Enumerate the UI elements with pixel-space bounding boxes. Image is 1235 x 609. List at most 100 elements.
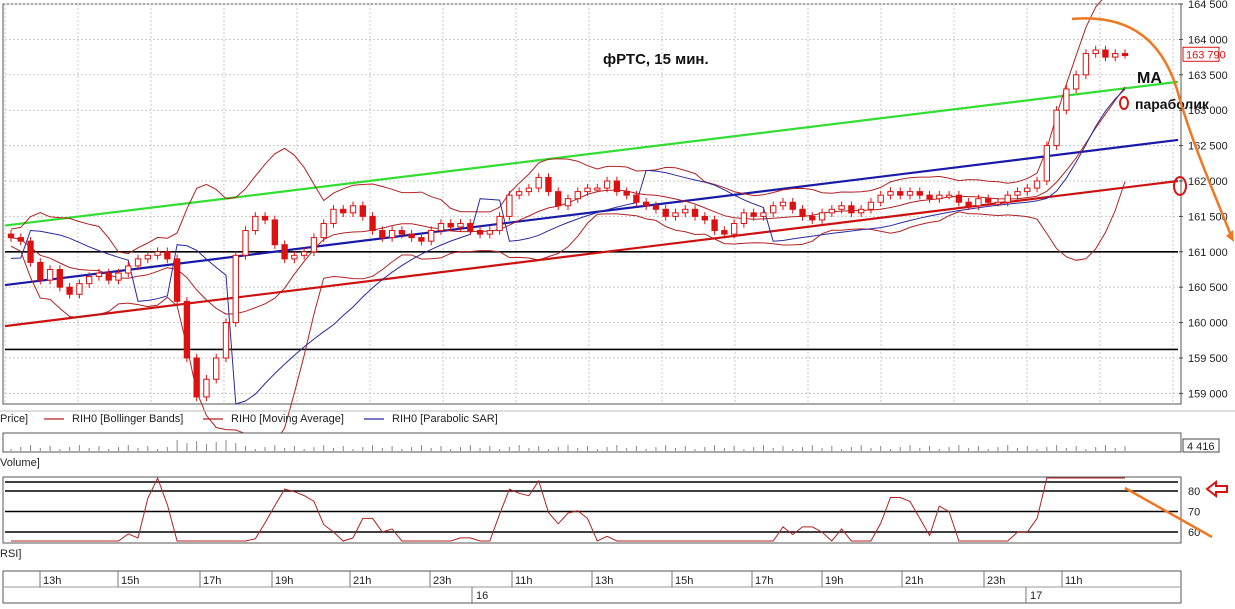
candle-body <box>1102 49 1109 58</box>
candle-body <box>340 208 347 214</box>
candle-body <box>1014 191 1021 196</box>
candle-body <box>183 300 191 359</box>
rsi-tick-label: 70 <box>1188 507 1200 519</box>
chart-canvas: 164 500164 000163 500163 000162 500162 0… <box>0 0 1235 604</box>
candle-body <box>750 212 757 217</box>
candle-body <box>779 201 787 207</box>
candle-body <box>828 208 836 214</box>
candle-body <box>926 194 933 200</box>
candle-body <box>652 205 660 210</box>
candle-body <box>525 187 533 193</box>
time-tick-label: 21h <box>353 575 371 587</box>
candle-body <box>945 194 953 198</box>
legend-label-parabolic-sar: RIH0 [Parabolic SAR] <box>392 413 498 425</box>
candle-body <box>388 230 396 239</box>
candle-body <box>515 191 523 196</box>
time-tick-label: 23h <box>433 575 451 587</box>
candle-body <box>310 237 318 253</box>
candle-body <box>56 268 64 288</box>
y-tick-label: 160 500 <box>1188 282 1228 294</box>
candle-body <box>711 219 718 232</box>
candle-body <box>994 201 1002 205</box>
candle-body <box>437 222 445 232</box>
candle-body <box>115 272 122 281</box>
candle-body <box>1063 88 1070 111</box>
candle-body <box>897 191 904 196</box>
candle-body <box>721 230 728 235</box>
candle-body <box>965 201 972 207</box>
candle-body <box>46 268 54 281</box>
candle-body <box>457 222 464 228</box>
candle-body <box>27 240 34 263</box>
candle-body <box>760 212 767 217</box>
candle-body <box>428 230 435 242</box>
candle-body <box>1092 49 1099 55</box>
candle-body <box>535 176 542 189</box>
candle-body <box>300 251 308 256</box>
time-tick-label: 11h <box>1065 575 1083 587</box>
candle-body <box>1112 53 1119 58</box>
candle-body <box>203 378 210 398</box>
time-tick-label: 23h <box>987 575 1005 587</box>
candle-body <box>359 205 366 217</box>
candle-body <box>975 198 982 207</box>
candle-body <box>613 180 621 193</box>
rsi-panel-label: RSI] <box>0 548 21 560</box>
candle-body <box>95 272 103 278</box>
candle-body <box>789 201 796 210</box>
time-tick-label: 19h <box>825 575 843 587</box>
candle-body <box>740 212 748 224</box>
candle-body <box>232 254 239 324</box>
candle-body <box>37 261 44 281</box>
candle-body <box>486 230 494 235</box>
candle-body <box>76 283 83 295</box>
candle-body <box>379 230 386 239</box>
candle-body <box>1043 145 1051 182</box>
price-y-axis: 164 500164 000163 500163 000162 500162 0… <box>1179 0 1228 400</box>
candle-body <box>818 212 826 221</box>
time-tick-label: 15h <box>675 575 693 587</box>
legend: Price] RIH0 [Bollinger Bands] RIH0 [Movi… <box>0 413 498 425</box>
candle-body <box>349 205 357 214</box>
candle-body <box>916 191 923 196</box>
candle-body <box>134 258 142 267</box>
candle-body <box>1053 109 1060 147</box>
candle-body <box>173 258 181 302</box>
time-tick-label: 19h <box>275 575 293 587</box>
candle-body <box>447 222 454 228</box>
candle-body <box>467 222 474 232</box>
y-tick-label: 161 000 <box>1188 247 1228 259</box>
legend-label-bollinger: RIH0 [Bollinger Bands] <box>72 413 183 425</box>
candle-body <box>848 205 855 214</box>
candle-body <box>1121 53 1129 57</box>
candle-body <box>887 191 894 196</box>
candle-body <box>261 215 269 221</box>
candle-body <box>281 244 288 260</box>
candle-body <box>85 276 93 285</box>
candle-body <box>662 208 669 217</box>
candle-body <box>418 237 425 242</box>
candle-body <box>193 357 200 398</box>
rsi-tick-label: 80 <box>1188 486 1200 498</box>
candle-body <box>985 198 992 203</box>
day-label: 17 <box>1030 590 1042 602</box>
candle-body <box>496 215 503 232</box>
candle-body <box>633 194 640 203</box>
candle-body <box>564 198 572 207</box>
candle-body <box>691 208 699 217</box>
y-tick-label: 164 000 <box>1188 34 1228 46</box>
time-tick-label: 11h <box>515 575 533 587</box>
volume-panel-frame <box>2 432 1182 453</box>
candle-body <box>222 322 230 359</box>
candle-body <box>105 272 112 281</box>
day-label: 16 <box>476 590 488 602</box>
candle-body <box>252 215 259 232</box>
candle-body <box>320 222 327 239</box>
candle-body <box>1033 180 1041 189</box>
candle-body <box>330 208 337 224</box>
candle-body <box>838 205 845 210</box>
candle-body <box>213 357 220 380</box>
candle-body <box>164 251 171 260</box>
time-tick-label: 21h <box>905 575 923 587</box>
time-tick-label: 17h <box>203 575 221 587</box>
